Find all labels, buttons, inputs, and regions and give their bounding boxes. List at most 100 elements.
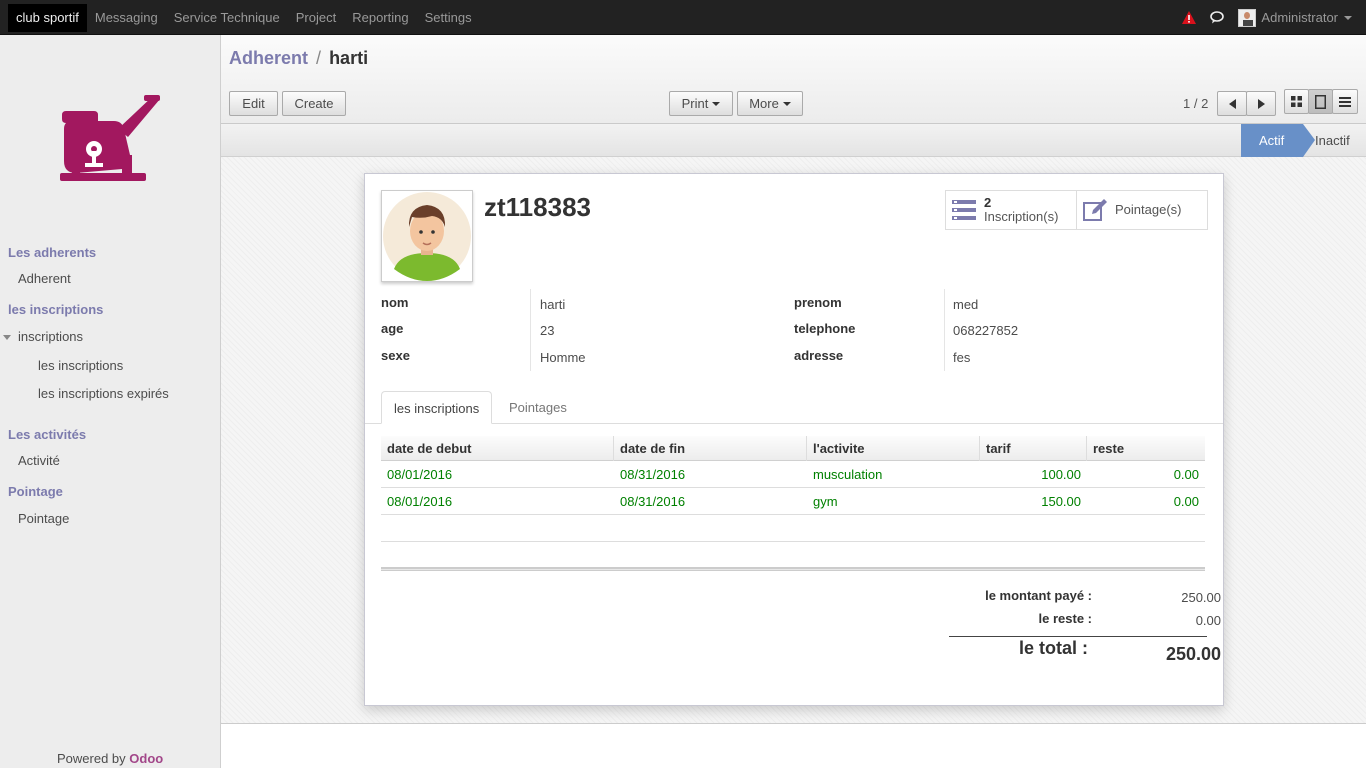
prenom-field: med [953, 297, 979, 312]
sidebar: Les adherents Adherent les inscriptions … [0, 35, 221, 768]
cell-activite: musculation [813, 467, 883, 482]
inscriptions-count: 2 [984, 195, 992, 210]
breadcrumb-separator: / [316, 48, 322, 68]
user-menu[interactable]: Administrator [1238, 8, 1352, 27]
more-button[interactable]: More [737, 91, 803, 116]
tab-pointages[interactable]: Pointages [497, 391, 579, 424]
powered-by: Powered by Odoo [57, 751, 163, 766]
caret-down-icon [712, 101, 721, 106]
total-value: 250.00 [1165, 644, 1221, 664]
inscriptions-stat-button[interactable]: 2 Inscription(s) [945, 190, 1077, 230]
cell-tarif: 100.00 [1041, 467, 1081, 482]
arrow-left-icon [1228, 98, 1236, 109]
sidebar-section-inscriptions: les inscriptions [8, 302, 104, 317]
menu-messaging[interactable]: Messaging [87, 4, 166, 32]
list-view-button[interactable] [1332, 89, 1358, 114]
total-label: le total : [1018, 638, 1088, 658]
pager-previous-button[interactable] [1217, 91, 1247, 116]
list-icon [952, 200, 976, 220]
caret-down-icon [782, 101, 791, 106]
edit-button[interactable]: Edit [229, 91, 278, 116]
user-name: Administrator [1261, 10, 1338, 25]
sidebar-section-pointage: Pointage [8, 484, 63, 499]
column-activite[interactable]: l'activite [807, 436, 980, 461]
pager-next-button[interactable] [1246, 91, 1276, 116]
form-view-button[interactable] [1308, 89, 1333, 114]
kanban-view-button[interactable] [1284, 89, 1309, 114]
menu-reporting[interactable]: Reporting [344, 4, 416, 32]
chevron-down-icon [1344, 15, 1352, 20]
notebook-tabs: les inscriptions Pointages [365, 391, 1223, 424]
sidebar-item-pointage[interactable]: Pointage [18, 511, 69, 526]
cell-reste: 0.00 [1173, 467, 1199, 482]
table-header: date de debut date de fin l'activite tar… [381, 436, 1205, 461]
top-navbar: club sportif Messaging Service Technique… [0, 0, 1366, 35]
age-label: age [381, 321, 404, 336]
menu-settings[interactable]: Settings [417, 4, 480, 32]
prenom-label: prenom [794, 295, 842, 310]
pointage-stat-label: Pointage(s) [1115, 202, 1182, 217]
table-footer [381, 567, 1205, 571]
tab-les-inscriptions[interactable]: les inscriptions [381, 391, 493, 424]
sidebar-section-activites: Les activités [8, 427, 87, 442]
sidebar-item-adherent[interactable]: Adherent [18, 271, 71, 286]
sidebar-section-adherents: Les adherents [8, 245, 97, 260]
odoo-link[interactable]: Odoo [129, 751, 163, 766]
column-tarif[interactable]: tarif [980, 436, 1087, 461]
column-reste[interactable]: reste [1087, 436, 1205, 461]
breadcrumb-current: harti [329, 48, 369, 68]
cell-activite: gym [813, 494, 838, 509]
nom-label: nom [381, 295, 409, 310]
pointage-stat-button[interactable]: Pointage(s) [1076, 190, 1208, 230]
breadcrumb-parent[interactable]: Adherent [229, 48, 308, 68]
table-row[interactable]: 08/01/2016 08/31/2016 gym 150.00 0.00 [381, 488, 1205, 515]
breadcrumb: Adherent / harti [229, 48, 368, 69]
powered-by-text: Powered by [57, 751, 126, 766]
cell-tarif: 150.00 [1041, 494, 1081, 509]
menu-project[interactable]: Project [288, 4, 344, 32]
montant-paye-value: 250.00 [1181, 590, 1221, 605]
avatar [1238, 8, 1257, 27]
stage-actif[interactable]: Actif [1241, 124, 1315, 157]
sexe-field: Homme [540, 350, 586, 365]
table-row-empty [381, 515, 1205, 542]
reste-label: le reste : [1038, 611, 1092, 626]
nom-field: harti [540, 297, 566, 312]
caret-down-icon[interactable] [3, 335, 11, 340]
more-label: More [749, 96, 779, 111]
create-button[interactable]: Create [282, 91, 346, 116]
column-date-fin[interactable]: date de fin [614, 436, 807, 461]
cell-date-debut: 08/01/2016 [387, 494, 453, 509]
sidebar-item-activite[interactable]: Activité [18, 453, 60, 468]
print-button[interactable]: Print [669, 91, 733, 116]
topbar-right: Administrator [1182, 0, 1352, 35]
avatar[interactable] [381, 190, 473, 282]
cell-date-fin: 08/31/2016 [620, 467, 686, 482]
cell-date-fin: 08/31/2016 [620, 494, 686, 509]
form-sheet: zt118383 2 Inscription(s) Pointage(s) no… [364, 173, 1224, 706]
total-divider [949, 636, 1207, 637]
cell-date-debut: 08/01/2016 [387, 467, 453, 482]
divider [944, 289, 945, 371]
edit-icon [1083, 199, 1107, 221]
menu-club-sportif[interactable]: club sportif [8, 3, 87, 32]
form-icon [1315, 94, 1326, 109]
warning-icon[interactable] [1182, 11, 1197, 24]
cell-reste: 0.00 [1173, 494, 1199, 509]
sidebar-item-inscriptions[interactable]: inscriptions [18, 329, 83, 344]
person-icon [383, 192, 471, 281]
inscriptions-stat: 2 Inscription(s) [984, 196, 1058, 224]
adresse-field: fes [953, 350, 971, 365]
menu-service-technique[interactable]: Service Technique [166, 4, 288, 32]
inscriptions-table: date de debut date de fin l'activite tar… [381, 436, 1205, 571]
sidebar-item-les-inscriptions[interactable]: les inscriptions [38, 358, 123, 373]
stage-inactif[interactable]: Inactif [1315, 124, 1350, 157]
status-bar: Actif Inactif [221, 124, 1366, 157]
print-label: Print [681, 96, 709, 111]
divider [530, 289, 531, 371]
table-row[interactable]: 08/01/2016 08/31/2016 musculation 100.00… [381, 461, 1205, 488]
chat-icon[interactable] [1210, 11, 1225, 24]
column-date-debut[interactable]: date de debut [381, 436, 614, 461]
record-name: zt118383 [484, 192, 591, 222]
sidebar-item-inscriptions-expires[interactable]: les inscriptions expirés [38, 386, 169, 401]
